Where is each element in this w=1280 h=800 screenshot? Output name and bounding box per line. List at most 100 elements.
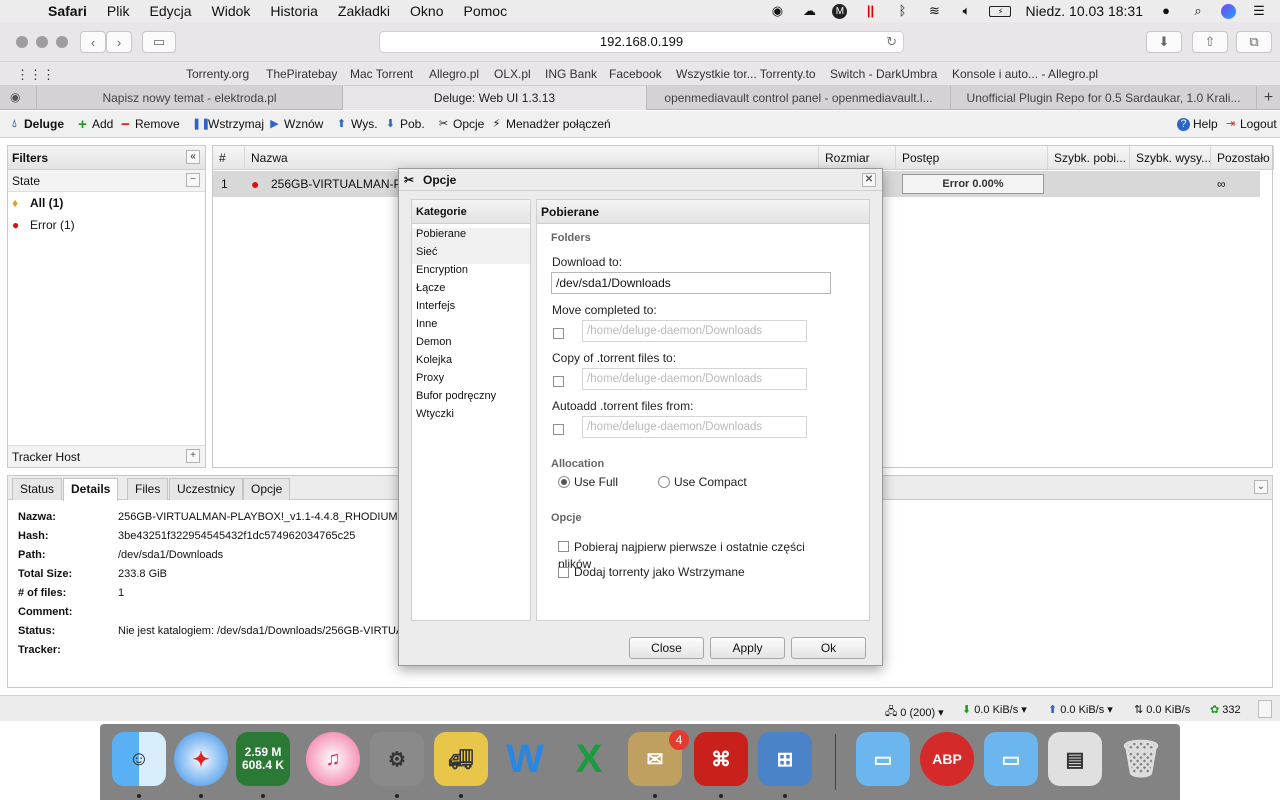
menu-edit[interactable]: Edycja — [149, 3, 191, 19]
new-tab-button[interactable]: + — [1256, 86, 1280, 110]
category-network[interactable]: Sieć — [412, 246, 530, 264]
category-downloads[interactable]: Pobierane — [412, 228, 530, 246]
parallels-windows-icon[interactable]: ⊞ — [758, 732, 812, 786]
tracker-host-filter-header[interactable]: Tracker Host + — [8, 445, 205, 467]
favorite-link[interactable]: ING Bank — [545, 67, 597, 81]
adblock-plus-icon[interactable]: ABP — [920, 732, 974, 786]
itunes-icon[interactable]: ♫ — [306, 732, 360, 786]
category-daemon[interactable]: Demon — [416, 336, 451, 348]
pause-button[interactable]: ❚❚ Wstrzymaj — [192, 117, 264, 131]
logout-button[interactable]: ⇥ Logout — [1224, 117, 1277, 131]
favorite-link[interactable]: Switch - DarkUmbra — [830, 67, 937, 81]
options-button[interactable]: ✂ Opcje — [437, 117, 484, 131]
copy-torrent-checkbox[interactable] — [553, 376, 564, 387]
excel-icon[interactable]: X — [562, 732, 616, 786]
tab-status[interactable]: Status — [12, 478, 63, 500]
forward-button[interactable]: › — [106, 31, 132, 53]
move-completed-checkbox[interactable] — [553, 328, 564, 339]
connections-status[interactable]: 🖧︎ 0 (200) ▾ — [885, 703, 944, 722]
finder-icon[interactable]: ☺ — [112, 732, 166, 786]
use-full-label[interactable]: Use Full — [574, 475, 618, 489]
screenshot-stack-icon[interactable]: ▤ — [1048, 732, 1102, 786]
use-full-radio[interactable] — [558, 476, 570, 488]
help-button[interactable]: ? Help — [1177, 117, 1218, 131]
menu-app-name[interactable]: Safari — [48, 3, 87, 19]
user-icon[interactable]: ● — [1157, 4, 1175, 18]
download-to-input[interactable]: /dev/sda1/Downloads — [551, 272, 831, 294]
volume-icon[interactable]: 🔈︎ — [957, 4, 975, 18]
category-bandwidth[interactable]: Łącze — [416, 282, 445, 294]
filter-error[interactable]: ● Error (1) — [8, 214, 205, 236]
grid-icon[interactable]: ⋮⋮⋮ — [16, 67, 55, 83]
favorite-link[interactable]: Allegro.pl — [429, 67, 479, 81]
use-compact-label[interactable]: Use Compact — [674, 475, 747, 489]
trash-icon[interactable]: 🗑︎ — [1114, 732, 1168, 786]
category-proxy[interactable]: Proxy — [416, 372, 444, 384]
cloud-icon[interactable]: ☁ — [800, 4, 818, 18]
remove-button[interactable]: − Remove — [119, 117, 180, 132]
ok-button[interactable]: Ok — [791, 637, 866, 659]
resize-handle[interactable] — [1258, 700, 1272, 718]
use-compact-radio[interactable] — [658, 476, 670, 488]
menu-help[interactable]: Pomoc — [464, 3, 508, 19]
copy-torrent-input[interactable]: /home/deluge-daemon/Downloads — [582, 368, 807, 390]
menu-file[interactable]: Plik — [107, 3, 130, 19]
close-window-button[interactable] — [16, 36, 28, 48]
filter-all[interactable]: ♦ All (1) — [8, 192, 205, 214]
reload-icon[interactable]: ↻ — [886, 32, 897, 52]
favorite-link[interactable]: Torrenty.org — [186, 67, 249, 81]
add-paused-label[interactable]: Dodaj torrenty jako Wstrzymane — [574, 565, 745, 579]
transmit-truck-icon[interactable]: 🚚︎ — [434, 732, 488, 786]
column-upload-speed[interactable]: Szybk. wysy... — [1130, 146, 1211, 170]
word-icon[interactable]: W — [498, 732, 552, 786]
tab-files[interactable]: Files — [127, 478, 169, 500]
collapse-details-icon[interactable]: ⌄ — [1254, 480, 1268, 494]
parallels-icon[interactable]: || — [861, 4, 879, 18]
column-progress[interactable]: Postęp — [896, 146, 1048, 170]
autoadd-input[interactable]: /home/deluge-daemon/Downloads — [582, 416, 807, 438]
download-speed-status[interactable]: ⬇︎ 0.0 KiB/s ▾ — [962, 703, 1027, 717]
tab-elektroda[interactable]: Napisz nowy temat - elektroda.pl — [36, 86, 342, 110]
minimize-window-button[interactable] — [36, 36, 48, 48]
column-size[interactable]: Rozmiar — [819, 146, 896, 170]
menu-view[interactable]: Widok — [212, 3, 251, 19]
favorite-link[interactable]: Konsole i auto... - Allegro.pl — [952, 67, 1098, 81]
back-button[interactable]: ‹ — [80, 31, 106, 53]
category-other[interactable]: Inne — [416, 318, 437, 330]
close-button[interactable]: Close — [629, 637, 704, 659]
tab-details[interactable]: Details — [63, 478, 119, 501]
share-button[interactable]: ⇧ — [1192, 31, 1228, 53]
apply-button[interactable]: Apply — [710, 637, 785, 659]
favorite-link[interactable]: Mac Torrent — [350, 67, 413, 81]
m-app-icon[interactable]: M — [832, 3, 848, 19]
favorite-link[interactable]: ThePiratebay — [266, 67, 337, 81]
battery-icon[interactable]: ⚡︎ — [989, 5, 1012, 17]
collapse-state-icon[interactable]: − — [186, 173, 200, 187]
favorite-link[interactable]: OLX.pl — [494, 67, 531, 81]
zoom-window-button[interactable] — [56, 36, 68, 48]
favorite-link[interactable]: Facebook — [609, 67, 662, 81]
autoadd-checkbox[interactable] — [553, 424, 564, 435]
tab-openmediavault[interactable]: openmediavault control panel - openmedia… — [646, 86, 950, 110]
category-encryption[interactable]: Encryption — [416, 264, 468, 276]
expand-tracker-host-icon[interactable]: + — [186, 449, 200, 463]
category-queue[interactable]: Kolejka — [416, 354, 452, 366]
system-preferences-icon[interactable]: ⚙ — [370, 732, 424, 786]
folder-icon[interactable]: ▭ — [984, 732, 1038, 786]
connection-manager-button[interactable]: ⚡︎ Menadżer połączeń — [490, 117, 611, 131]
eye-icon[interactable]: ◉ — [768, 4, 786, 18]
tab-peers[interactable]: Uczestnicy — [169, 478, 244, 500]
move-up-button[interactable]: ⬆︎ Wys. — [335, 117, 378, 131]
category-plugins[interactable]: Wtyczki — [416, 408, 454, 420]
safari-icon[interactable]: ✦ — [174, 732, 228, 786]
tab-options[interactable]: Opcje — [243, 478, 291, 500]
address-bar[interactable]: 192.168.0.199 ↻ — [379, 31, 904, 53]
collapse-filters-icon[interactable]: « — [186, 150, 200, 164]
move-down-button[interactable]: ⬇︎ Pob. — [384, 117, 425, 131]
notification-center-icon[interactable]: ☰ — [1250, 4, 1268, 18]
wifi-icon[interactable]: ≋ — [925, 4, 943, 18]
dialog-title-bar[interactable]: ✂ Opcje ✕ — [399, 169, 882, 191]
menu-window[interactable]: Okno — [410, 3, 443, 19]
bluetooth-icon[interactable]: ᛒ — [893, 4, 911, 18]
tab-plugin-repo[interactable]: Unofficial Plugin Repo for 0.5 Sardaukar… — [950, 86, 1256, 110]
